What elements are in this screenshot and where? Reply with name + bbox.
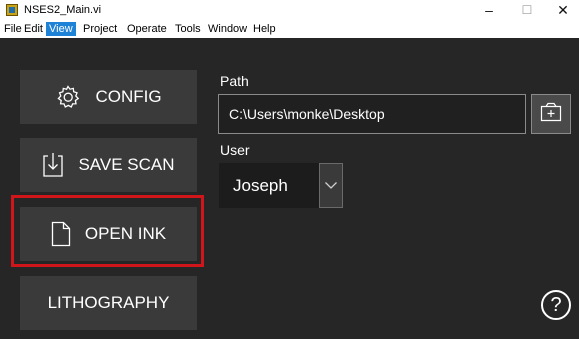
menu-window[interactable]: Window [205, 20, 250, 38]
menu-edit[interactable]: Edit [21, 20, 46, 38]
path-input[interactable]: C:\Users\monke\Desktop [218, 94, 526, 134]
minimize-button[interactable]: – [473, 0, 505, 20]
window-title: NSES2_Main.vi [24, 4, 102, 16]
open-ink-button[interactable]: OPEN INK [20, 207, 197, 261]
save-scan-label: SAVE SCAN [78, 155, 175, 174]
lithography-button[interactable]: LITHOGRAPHY [20, 276, 197, 330]
maximize-button[interactable]: ☐ [511, 0, 543, 20]
path-label: Path [220, 73, 249, 89]
title-bar: NSES2_Main.vi – ☐ ✕ [0, 0, 579, 20]
app-icon [6, 4, 18, 16]
menu-bar: File Edit View Project Operate Tools Win… [0, 20, 579, 38]
lithography-label: LITHOGRAPHY [47, 293, 170, 312]
menu-project[interactable]: Project [80, 20, 120, 38]
browse-folder-button[interactable] [531, 94, 571, 134]
open-ink-label: OPEN INK [84, 224, 167, 243]
close-button[interactable]: ✕ [547, 0, 579, 20]
config-label: CONFIG [95, 87, 162, 106]
menu-view[interactable]: View [46, 22, 76, 36]
help-button[interactable]: ? [541, 290, 571, 320]
menu-operate[interactable]: Operate [124, 20, 170, 38]
menu-help[interactable]: Help [250, 20, 279, 38]
save-arrow-icon [42, 152, 64, 178]
chevron-down-icon [324, 177, 338, 195]
user-select[interactable]: Joseph [219, 163, 319, 208]
save-scan-button[interactable]: SAVE SCAN [20, 138, 197, 192]
help-icon: ? [550, 294, 562, 316]
gear-icon [55, 84, 81, 110]
user-dropdown-button[interactable] [319, 163, 343, 208]
document-icon [51, 221, 71, 247]
folder-add-icon [540, 102, 562, 127]
menu-tools[interactable]: Tools [172, 20, 204, 38]
config-button[interactable]: CONFIG [20, 70, 197, 124]
user-label: User [220, 142, 250, 158]
